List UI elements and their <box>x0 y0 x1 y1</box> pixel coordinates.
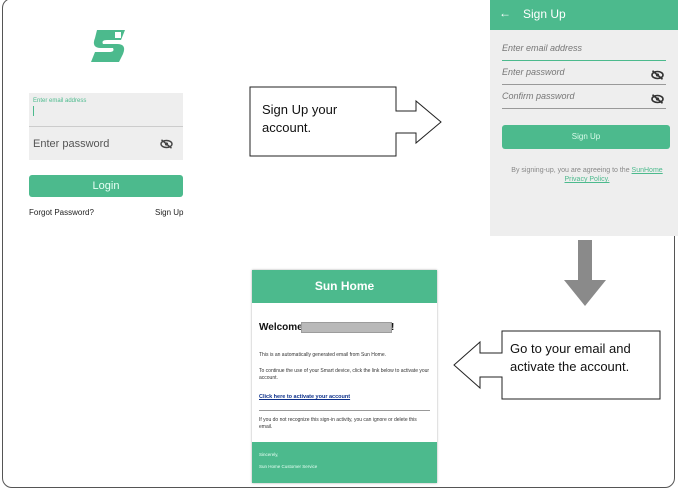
arrow-left-icon[interactable]: ← <box>499 6 511 20</box>
sign-up-title: Sign Up <box>523 7 566 21</box>
callout-email-text: Go to your email and activate the accoun… <box>510 340 631 376</box>
callout-line: activate the account. <box>510 359 630 374</box>
footer-line: Sun Home Customer Service <box>259 464 318 469</box>
sign-up-header: ← Sign Up <box>490 0 678 30</box>
login-password-field[interactable]: Enter password <box>29 127 183 160</box>
activate-account-link[interactable]: Click here to activate your account <box>259 394 350 400</box>
activation-email: Sun Home Welcome ! This is an automatica… <box>252 270 437 483</box>
redacted-name <box>301 322 392 333</box>
login-button[interactable]: Login <box>29 175 183 197</box>
forgot-password-link[interactable]: Forgot Password? <box>29 208 94 217</box>
email-paragraph: To continue the use of your Smart device… <box>259 368 430 381</box>
eye-off-icon[interactable] <box>651 94 664 104</box>
email-footer: Sincerely, Sun Home Customer Service <box>252 442 437 483</box>
signup-password-field[interactable]: Enter password <box>502 67 666 85</box>
signup-email-field[interactable]: Enter email address <box>502 43 666 61</box>
down-arrow-icon <box>564 240 606 306</box>
signup-confirm-placeholder: Confirm password <box>502 91 575 101</box>
email-paragraph: If you do not recognize this sign-in act… <box>259 417 417 430</box>
terms-link-part: Privacy Policy. <box>564 176 610 183</box>
email-placeholder: Enter email address <box>33 98 87 104</box>
email-paragraph: This is an automatically generated email… <box>259 352 387 358</box>
terms-text: By signing-up, you are agreeing to the S… <box>506 166 668 184</box>
callout-sign-up-text: Sign Up your account. <box>262 101 337 137</box>
eye-off-icon[interactable] <box>160 139 173 149</box>
terms-prefix: By signing-up, you are agreeing to the <box>511 167 632 174</box>
callout-line: Sign Up your <box>262 102 338 117</box>
sunhome-logo <box>91 30 125 62</box>
login-email-field[interactable]: Enter email address <box>29 93 183 127</box>
footer-line: Sincerely, <box>259 452 279 457</box>
sign-up-link[interactable]: Sign Up <box>155 208 183 217</box>
callout-line: Go to your email and <box>510 341 631 356</box>
terms-link-part: SunHome <box>631 167 663 174</box>
sign-up-screen: ← Sign Up Enter email address Enter pass… <box>490 0 678 236</box>
divider <box>259 410 430 411</box>
text-caret <box>33 106 34 116</box>
signup-password-placeholder: Enter password <box>502 67 565 77</box>
email-brand-header: Sun Home <box>252 270 437 303</box>
signup-confirm-field[interactable]: Confirm password <box>502 91 666 109</box>
eye-off-icon[interactable] <box>651 70 664 80</box>
email-exclaim: ! <box>391 322 395 333</box>
signup-email-placeholder: Enter email address <box>502 43 583 53</box>
callout-line: account. <box>262 120 312 135</box>
sign-up-button[interactable]: Sign Up <box>502 125 670 149</box>
email-welcome: Welcome <box>259 322 303 333</box>
password-placeholder: Enter password <box>33 138 110 150</box>
